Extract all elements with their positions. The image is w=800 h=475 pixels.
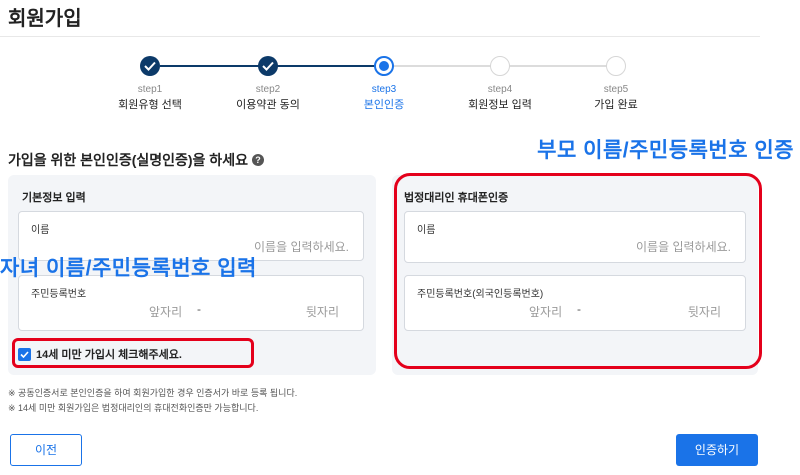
- step4-pending-icon: [490, 56, 510, 76]
- step1-num: step1: [137, 84, 163, 95]
- section-title-text: 가입을 위한 본인인증(실명인증)을 하세요: [8, 152, 248, 168]
- step-connector-3-4: [384, 65, 500, 67]
- child-ssn-back-input[interactable]: 뒷자리: [306, 303, 339, 320]
- step4-num: step4: [487, 84, 513, 95]
- step3-name: 본인인증: [363, 99, 405, 111]
- child-name-label: 이름: [31, 225, 50, 236]
- notes: ※ 공동인증서로 본인인증을 하여 회원가입한 경우 인증서가 바로 등록 됩니…: [8, 386, 297, 416]
- page-title: 회원가입: [8, 8, 82, 30]
- step5-pending-icon: [606, 56, 626, 76]
- verify-button[interactable]: 인증하기: [676, 434, 758, 466]
- step2-check-icon: [258, 56, 278, 76]
- step3-current-icon: [374, 56, 394, 76]
- step4-name: 회원정보 입력: [468, 99, 532, 111]
- step5-text: step5 가입 완료: [566, 84, 666, 113]
- child-ssn-label: 주민등록번호: [31, 289, 87, 300]
- step-connector-2-3: [270, 65, 384, 67]
- section-title: 가입을 위한 본인인증(실명인증)을 하세요 ?: [8, 150, 264, 170]
- step-connector-1-2: [160, 65, 270, 67]
- parent-verification-callout: 부모 이름/주민등록번호 인증: [537, 139, 794, 162]
- step5-num: step5: [603, 84, 629, 95]
- step1-check-icon: [140, 56, 160, 76]
- step3-text: step3 본인인증: [334, 84, 434, 113]
- basic-info-heading: 기본정보 입력: [22, 192, 86, 204]
- signup-stepper: step1 회원유형 선택 step2 이용약관 동의 step3 본인인증 s…: [100, 56, 680, 116]
- step-connector-4-5: [500, 65, 616, 67]
- child-name-placeholder: 이름을 입력하세요.: [254, 240, 349, 254]
- step2-name: 이용약관 동의: [236, 99, 300, 111]
- step4-text: step4 회원정보 입력: [450, 84, 550, 113]
- step2-num: step2: [255, 84, 281, 95]
- help-icon[interactable]: ?: [251, 154, 264, 166]
- child-ssn-field: 주민등록번호 앞자리 - 뒷자리: [18, 275, 364, 331]
- title-divider: [0, 36, 760, 37]
- step1-name: 회원유형 선택: [118, 99, 182, 111]
- child-ssn-dash: -: [197, 302, 201, 316]
- child-ssn-front-input[interactable]: 앞자리: [149, 303, 182, 320]
- checkbox-highlight-box: [12, 338, 254, 368]
- step3-num: step3: [371, 84, 397, 95]
- note-1: ※ 공동인증서로 본인인증을 하여 회원가입한 경우 인증서가 바로 등록 됩니…: [8, 388, 298, 398]
- note-2: ※ 14세 미만 회원가입은 법정대리인의 휴대전화인증만 가능합니다.: [8, 403, 259, 413]
- step2-text: step2 이용약관 동의: [218, 84, 318, 113]
- step5-name: 가입 완료: [594, 99, 638, 111]
- step1-text: step1 회원유형 선택: [100, 84, 200, 113]
- guardian-highlight-box: [394, 173, 762, 369]
- child-input-callout: 자녀 이름/주민등록번호 입력: [0, 257, 257, 280]
- prev-button[interactable]: 이전: [10, 434, 82, 466]
